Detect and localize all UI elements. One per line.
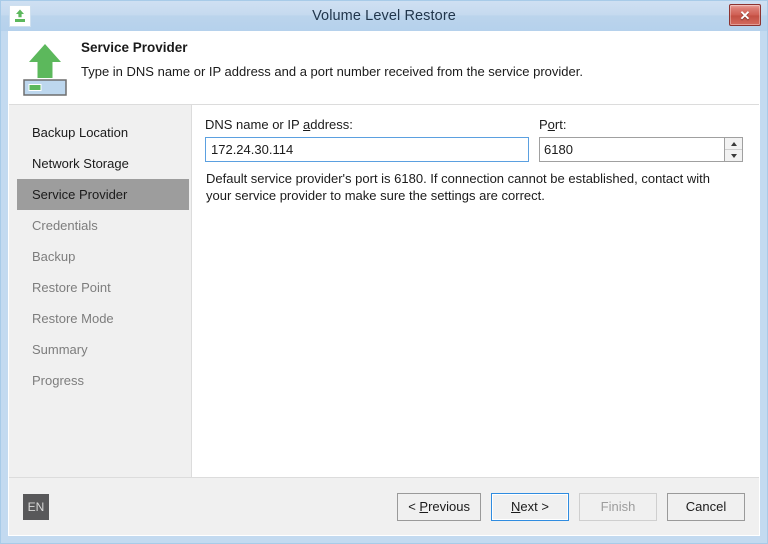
port-stepper-buttons bbox=[724, 138, 742, 161]
page-subtitle: Type in DNS name or IP address and a por… bbox=[81, 64, 583, 79]
finish-button[interactable]: Finish bbox=[579, 493, 657, 521]
dns-input[interactable] bbox=[205, 137, 529, 162]
previous-label-pre: < bbox=[408, 499, 419, 514]
wizard-header-text: Service Provider Type in DNS name or IP … bbox=[81, 32, 597, 79]
port-label-accelerator: o bbox=[548, 117, 555, 132]
spinner-down-icon[interactable] bbox=[725, 149, 742, 161]
sidebar-item-summary[interactable]: Summary bbox=[17, 334, 189, 365]
next-label-post: ext > bbox=[520, 499, 549, 514]
volume-restore-icon bbox=[9, 32, 81, 96]
port-hint-text: Default service provider's port is 6180.… bbox=[206, 170, 711, 204]
sidebar-item-credentials[interactable]: Credentials bbox=[17, 210, 189, 241]
next-button[interactable]: Next > bbox=[491, 493, 569, 521]
window-title: Volume Level Restore bbox=[312, 8, 456, 24]
wizard-content: DNS name or IP address: Port: bbox=[192, 105, 759, 477]
close-glyph: ✕ bbox=[740, 9, 751, 22]
sidebar-item-backup-location[interactable]: Backup Location bbox=[17, 117, 189, 148]
port-field-group: Port: bbox=[539, 117, 743, 162]
next-label-accelerator: N bbox=[511, 499, 520, 514]
dns-label-pre: DNS name or IP bbox=[205, 117, 303, 132]
spinner-up-icon[interactable] bbox=[725, 138, 742, 149]
previous-label-accelerator: P bbox=[419, 499, 428, 514]
previous-label-post: revious bbox=[428, 499, 470, 514]
wizard-step-list: Backup Location Network Storage Service … bbox=[9, 105, 192, 477]
sidebar-item-restore-point[interactable]: Restore Point bbox=[17, 272, 189, 303]
dns-label-post: ddress: bbox=[310, 117, 353, 132]
page-title: Service Provider bbox=[81, 40, 583, 55]
sidebar-item-network-storage[interactable]: Network Storage bbox=[17, 148, 189, 179]
dns-label: DNS name or IP address: bbox=[205, 117, 529, 132]
sidebar-item-backup[interactable]: Backup bbox=[17, 241, 189, 272]
cancel-button[interactable]: Cancel bbox=[667, 493, 745, 521]
server-fields-row: DNS name or IP address: Port: bbox=[205, 117, 743, 162]
port-input[interactable] bbox=[540, 138, 724, 161]
wizard-body: Backup Location Network Storage Service … bbox=[9, 105, 759, 477]
port-label: Port: bbox=[539, 117, 743, 132]
port-stepper[interactable] bbox=[539, 137, 743, 162]
language-indicator[interactable]: EN bbox=[23, 494, 49, 520]
port-label-pre: P bbox=[539, 117, 548, 132]
sidebar-item-restore-mode[interactable]: Restore Mode bbox=[17, 303, 189, 334]
previous-button[interactable]: < Previous bbox=[397, 493, 481, 521]
wizard-footer: EN < Previous Next > Finish Cancel bbox=[9, 477, 759, 535]
close-icon[interactable]: ✕ bbox=[729, 4, 761, 26]
restore-volume-icon bbox=[9, 5, 31, 27]
title-bar: Volume Level Restore ✕ bbox=[1, 1, 767, 31]
dialog-window: Volume Level Restore ✕ Service Provider … bbox=[0, 0, 768, 544]
client-area: Service Provider Type in DNS name or IP … bbox=[8, 31, 760, 536]
port-label-post: rt: bbox=[555, 117, 567, 132]
dns-field-group: DNS name or IP address: bbox=[205, 117, 529, 162]
sidebar-item-progress[interactable]: Progress bbox=[17, 365, 189, 396]
sidebar-item-service-provider[interactable]: Service Provider bbox=[17, 179, 189, 210]
wizard-header: Service Provider Type in DNS name or IP … bbox=[9, 32, 759, 105]
